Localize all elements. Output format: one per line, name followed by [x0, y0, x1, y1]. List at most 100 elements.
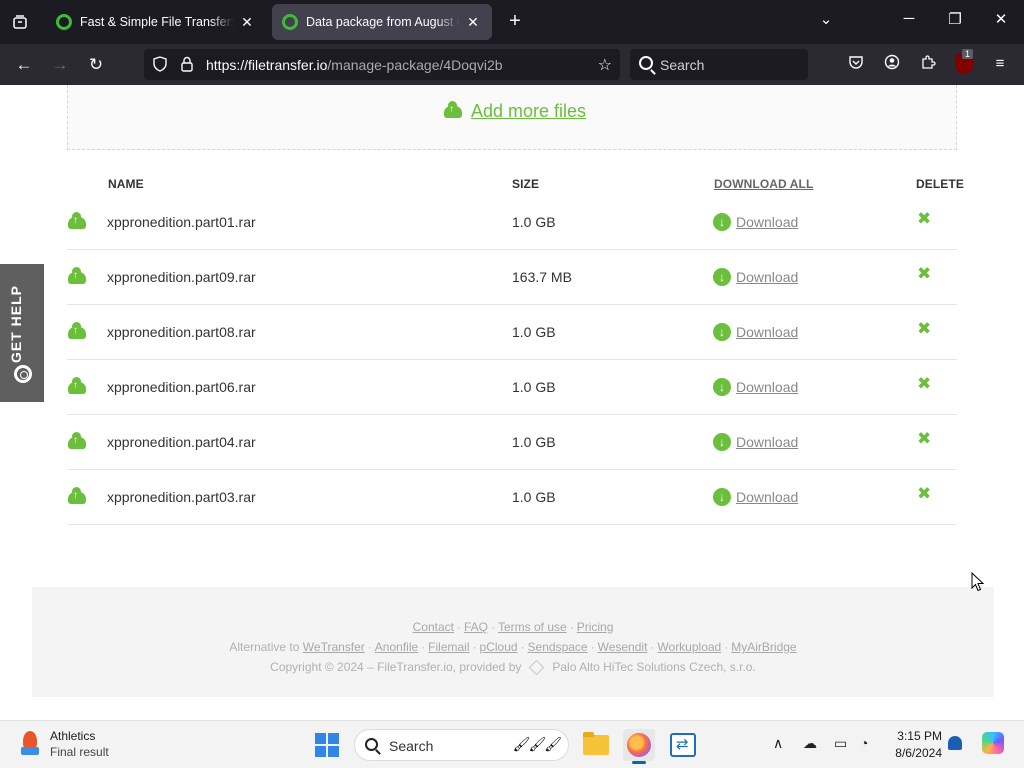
footer-link-faq[interactable]: FAQ [464, 620, 488, 634]
file-explorer-icon[interactable] [580, 729, 612, 761]
lock-icon[interactable] [180, 56, 194, 75]
download-label: Download [736, 324, 799, 340]
column-header-delete: DELETE [916, 177, 964, 191]
url-host: https://filetransfer.io [206, 57, 328, 73]
palo-alto-logo-icon [529, 660, 545, 676]
notification-bell-icon[interactable] [948, 736, 962, 750]
taskbar-search-box[interactable]: Search 🖌🖌🖌 [354, 729, 569, 761]
tab-title: Data package from August 6th [306, 15, 460, 29]
download-arrow-icon: ↓ [713, 213, 731, 231]
clock-date[interactable]: 8/6/2024 [884, 746, 942, 760]
windows-taskbar: Athletics Final result Search 🖌🖌🖌 ∧ ☁ ▭ … [0, 720, 1024, 768]
copilot-icon[interactable] [982, 732, 1004, 754]
footer-link-contact[interactable]: Contact [413, 620, 454, 634]
file-name: xppronedition.part08.rar [107, 324, 256, 340]
clock-time[interactable]: 3:15 PM [894, 729, 942, 743]
alt-link-wetransfer[interactable]: WeTransfer [303, 640, 365, 654]
download-label: Download [736, 379, 799, 395]
minimize-icon[interactable]: ─ [897, 10, 921, 27]
cloud-upload-icon [68, 212, 86, 229]
firefox-icon[interactable] [623, 729, 655, 764]
copyright-text: Copyright © 2024 – FileTransfer.io, prov… [270, 660, 522, 674]
display-icon[interactable]: ▭ [834, 735, 847, 752]
footer-link-terms[interactable]: Terms of use [498, 620, 567, 634]
ublock-badge: 1 [962, 49, 974, 59]
download-link[interactable]: ↓ Download [713, 268, 798, 286]
close-tab-icon[interactable]: ✕ [464, 14, 482, 31]
pocket-icon[interactable] [846, 54, 866, 74]
upload-dropzone[interactable]: Add more files [67, 85, 957, 150]
download-link[interactable]: ↓ Download [713, 378, 798, 396]
footer-link-pricing[interactable]: Pricing [577, 620, 614, 634]
browser-tab-bar: Fast & Simple File Transfers - FileTrans… [0, 0, 1024, 44]
windows-start-icon[interactable] [315, 733, 339, 757]
download-label: Download [736, 214, 799, 230]
download-arrow-icon: ↓ [713, 323, 731, 341]
get-help-tab[interactable]: GET HELP [0, 264, 44, 402]
onedrive-icon[interactable]: ☁ [803, 735, 817, 752]
network-icon[interactable]: ◔ [860, 735, 868, 751]
file-name: xppronedition.part03.rar [107, 489, 256, 505]
close-window-icon[interactable]: ✕ [989, 10, 1013, 28]
alt-link-wesendit[interactable]: Wesendit [598, 640, 648, 654]
delete-file-icon[interactable]: ✖ [917, 429, 931, 449]
lifebuoy-icon [14, 365, 32, 383]
cloud-upload-icon [444, 100, 462, 118]
provider-name[interactable]: Palo Alto HiTec Solutions Czech, s.r.o. [552, 660, 755, 674]
address-bar[interactable]: https://filetransfer.io/manage-package/4… [144, 49, 620, 80]
download-all-link[interactable]: DOWNLOAD ALL [714, 177, 813, 191]
delete-file-icon[interactable]: ✖ [917, 264, 931, 284]
delete-file-icon[interactable]: ✖ [917, 374, 931, 394]
alt-link-anonfile[interactable]: Anonfile [375, 640, 418, 654]
download-label: Download [736, 434, 799, 450]
delete-file-icon[interactable]: ✖ [917, 209, 931, 229]
tab-filetransfer-home[interactable]: Fast & Simple File Transfers - FileTrans… [46, 4, 266, 40]
back-arrow-icon[interactable]: ← [12, 53, 36, 77]
new-tab-plus-icon[interactable]: + [504, 10, 526, 34]
close-tab-icon[interactable]: ✕ [238, 14, 256, 31]
alt-link-workupload[interactable]: Workupload [657, 640, 721, 654]
chevron-down-icon[interactable]: ⌄ [814, 10, 838, 28]
download-link[interactable]: ↓ Download [713, 323, 798, 341]
add-more-files-link[interactable]: Add more files [444, 100, 586, 122]
account-icon[interactable] [882, 54, 902, 74]
forward-arrow-icon[interactable]: → [48, 53, 72, 77]
alt-link-pcloud[interactable]: pCloud [480, 640, 518, 654]
list-all-tabs-icon[interactable] [8, 10, 32, 34]
reload-icon[interactable]: ↻ [84, 53, 108, 77]
file-row: xppronedition.part01.rar 1.0 GB ↓ Downloa… [67, 195, 957, 250]
widget-title[interactable]: Athletics [50, 729, 95, 743]
tab-data-package[interactable]: Data package from August 6th ✕ [272, 4, 492, 40]
extensions-icon[interactable] [918, 54, 938, 74]
browser-search-box[interactable]: Search [630, 49, 808, 80]
file-size: 1.0 GB [512, 324, 556, 340]
alt-link-sendspace[interactable]: Sendspace [528, 640, 588, 654]
url-text[interactable]: https://filetransfer.io/manage-package/4… [206, 57, 503, 73]
search-icon [639, 56, 653, 70]
cloud-upload-icon [68, 432, 86, 449]
delete-file-icon[interactable]: ✖ [917, 319, 931, 339]
ublock-origin-icon[interactable]: 1 [955, 49, 974, 74]
shield-icon[interactable] [152, 56, 168, 75]
menu-hamburger-icon[interactable]: ≡ [990, 54, 1010, 74]
search-icon [365, 738, 378, 751]
bookmark-star-icon[interactable]: ☆ [598, 55, 612, 75]
download-arrow-icon: ↓ [713, 433, 731, 451]
download-link[interactable]: ↓ Download [713, 213, 798, 231]
download-link[interactable]: ↓ Download [713, 433, 798, 451]
show-hidden-icons-chevron-icon[interactable]: ∧ [773, 735, 783, 752]
url-path: /manage-package/4Doqvi2b [327, 57, 503, 73]
download-link[interactable]: ↓ Download [713, 488, 798, 506]
sports-widget-icon[interactable] [18, 731, 42, 757]
widget-subtitle[interactable]: Final result [50, 745, 109, 759]
restore-icon[interactable]: ❐ [943, 10, 967, 28]
alt-link-myairbridge[interactable]: MyAirBridge [731, 640, 796, 654]
download-label: Download [736, 269, 799, 285]
download-label: Download [736, 489, 799, 505]
file-name: xppronedition.part06.rar [107, 379, 256, 395]
file-row: xppronedition.part09.rar 163.7 MB ↓ Downl… [67, 250, 957, 305]
delete-file-icon[interactable]: ✖ [917, 484, 931, 504]
filetransfer-app-icon[interactable] [667, 729, 699, 761]
download-arrow-icon: ↓ [713, 268, 731, 286]
alt-link-filemail[interactable]: Filemail [428, 640, 469, 654]
